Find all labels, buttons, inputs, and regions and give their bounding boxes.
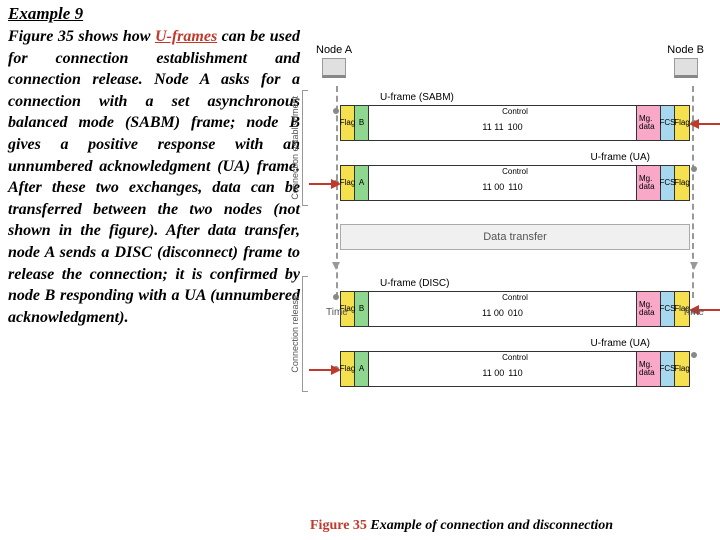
frame-disc-title: U-frame (DISC) (340, 278, 690, 289)
frame-sabm: U-frame (SABM) Flag B Control 11 11100 M… (340, 92, 690, 141)
phase2-label: Connection release (290, 295, 300, 373)
arrow-left-icon (309, 369, 339, 371)
data-transfer-box: Data transfer (340, 224, 690, 250)
seg-control: Control 11 00110 (369, 166, 637, 200)
timelines: Connection establishment Connection rele… (308, 86, 712, 298)
seg-flag: Flag (341, 352, 355, 386)
para-post: can be used for connection establishment… (8, 28, 300, 326)
dot (691, 166, 697, 172)
seg-addr: B (355, 106, 369, 140)
seg-mg: Mg. data (637, 292, 661, 326)
node-a-label: Node A (316, 44, 352, 56)
seg-flag: Flag (675, 166, 689, 200)
seg-mg: Mg. data (637, 106, 661, 140)
seg-fcs: FCS (661, 106, 675, 140)
arrow-down-a (332, 262, 340, 270)
dot (333, 294, 339, 300)
figure-caption: Figure 35 Example of connection and disc… (310, 518, 613, 534)
seg-flag: Flag (675, 106, 689, 140)
seg-control: Control 11 11100 (369, 106, 637, 140)
frame-ua2-title: U-frame (UA) (340, 338, 690, 349)
frame-sabm-title: U-frame (SABM) (340, 92, 690, 103)
time-label-b: Time (682, 307, 704, 318)
seg-addr: A (355, 166, 369, 200)
seg-flag: Flag (675, 352, 689, 386)
figure-number: Figure 35 (310, 518, 367, 533)
para-pre: Figure 35 shows how (8, 28, 155, 45)
node-a-box (322, 58, 346, 78)
frame-ua1: U-frame (UA) Flag A Control 11 00110 Mg.… (340, 152, 690, 201)
node-b-label: Node B (667, 44, 704, 56)
example-title: Example 9 (8, 4, 300, 24)
node-b-box (674, 58, 698, 78)
caption-body: Example of connection and disconnection (367, 518, 613, 533)
node-b: Node B (667, 44, 704, 78)
seg-control: Control 11 00010 (369, 292, 637, 326)
phase-establishment: Connection establishment (290, 90, 308, 206)
dot (333, 108, 339, 114)
seg-mg: Mg. data (637, 166, 661, 200)
seg-fcs: FCS (661, 352, 675, 386)
diagram-area: Node A Node B Connection establishment C… (308, 4, 712, 328)
dot (691, 352, 697, 358)
node-a: Node A (316, 44, 352, 78)
seg-mg: Mg. data (637, 352, 661, 386)
seg-addr: B (355, 292, 369, 326)
body-paragraph: Figure 35 shows how U-frames can be used… (8, 26, 300, 328)
seg-addr: A (355, 352, 369, 386)
phase1-label: Connection establishment (290, 96, 300, 200)
seg-fcs: FCS (661, 292, 675, 326)
frame-ua2: U-frame (UA) Flag A Control 11 00110 Mg.… (340, 338, 690, 387)
seg-flag: Flag (341, 106, 355, 140)
arrow-left-icon (309, 183, 339, 185)
frame-disc: U-frame (DISC) Flag B Control 11 00010 M… (340, 278, 690, 327)
uframes-term: U-frames (155, 28, 217, 45)
frame-ua1-title: U-frame (UA) (340, 152, 690, 163)
seg-fcs: FCS (661, 166, 675, 200)
phase-release: Connection release (290, 276, 308, 392)
seg-control: Control 11 00110 (369, 352, 637, 386)
arrow-down-b (690, 262, 698, 270)
seg-flag: Flag (341, 166, 355, 200)
text-column: Example 9 Figure 35 shows how U-frames c… (8, 4, 308, 328)
arrow-right-icon (691, 123, 720, 125)
time-label-a: Time (326, 307, 348, 318)
